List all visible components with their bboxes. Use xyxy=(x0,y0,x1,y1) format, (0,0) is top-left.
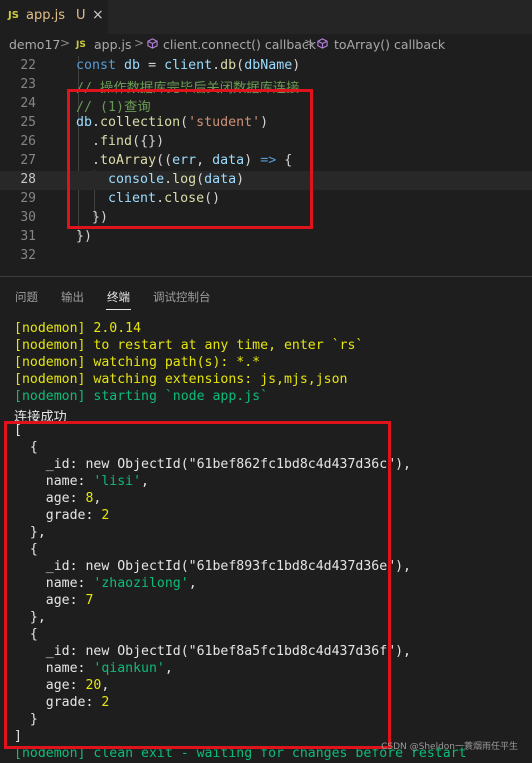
watermark: CSDN @Sheldon一蓑烟雨任平生 xyxy=(381,742,518,752)
line-number: 24 xyxy=(20,96,36,111)
line-number: 28 xyxy=(20,172,36,187)
terminal-line: [nodemon] watching extensions: js,mjs,js… xyxy=(14,372,348,387)
highlight-box-output xyxy=(4,421,391,749)
line-number: 26 xyxy=(20,134,36,149)
tab-debug-console[interactable]: 调试控制台 xyxy=(153,289,211,305)
method-cube-icon xyxy=(317,38,328,49)
chevron-right-icon: > xyxy=(60,36,71,50)
code-text: }) xyxy=(76,229,93,244)
untracked-badge: U xyxy=(76,8,86,23)
tab-output[interactable]: 输出 xyxy=(61,289,84,305)
editor-tab-bar: JS app.js U × xyxy=(0,0,532,34)
line-number: 25 xyxy=(20,115,36,130)
breadcrumb: demo17 > JS app.js > client.connect() ca… xyxy=(0,34,532,56)
active-tab-indicator xyxy=(106,309,131,310)
line-number: 29 xyxy=(20,191,36,206)
terminal-line: [nodemon] to restart at any time, enter … xyxy=(14,338,364,353)
tab-filename: app.js xyxy=(26,8,65,23)
breadcrumb-file[interactable]: app.js xyxy=(94,37,132,52)
line-number: 31 xyxy=(20,229,36,244)
tab-problems[interactable]: 问题 xyxy=(15,289,38,305)
breadcrumb-symbol-toarray[interactable]: toArray() callback xyxy=(334,37,445,52)
breadcrumb-symbol-connect[interactable]: client.connect() callback xyxy=(163,37,316,52)
code-line[interactable]: 32 xyxy=(0,247,532,266)
code-text: const db = client.db(dbName) xyxy=(76,58,301,73)
tab-terminal[interactable]: 终端 xyxy=(107,289,130,305)
chevron-right-icon: > xyxy=(304,36,315,50)
close-icon[interactable]: × xyxy=(92,7,104,23)
tab-app-js[interactable]: JS app.js U × xyxy=(0,0,108,34)
chevron-right-icon: > xyxy=(134,36,145,50)
javascript-file-icon: JS xyxy=(76,40,86,50)
highlight-box-code xyxy=(67,89,313,229)
terminal-line: [nodemon] 2.0.14 xyxy=(14,321,142,336)
terminal-line: [nodemon] starting `node app.js` xyxy=(14,389,269,404)
method-cube-icon xyxy=(147,38,158,49)
line-number: 32 xyxy=(20,248,36,263)
code-line[interactable]: 22 const db = client.db(dbName) xyxy=(0,57,532,76)
line-number: 30 xyxy=(20,210,36,225)
line-number: 23 xyxy=(20,77,36,92)
terminal-line: [nodemon] watching path(s): *.* xyxy=(14,355,261,370)
line-number: 22 xyxy=(20,58,36,73)
code-line[interactable]: 31}) xyxy=(0,228,532,247)
javascript-file-icon: JS xyxy=(8,10,19,21)
breadcrumb-folder[interactable]: demo17 xyxy=(9,37,60,52)
line-number: 27 xyxy=(20,153,36,168)
